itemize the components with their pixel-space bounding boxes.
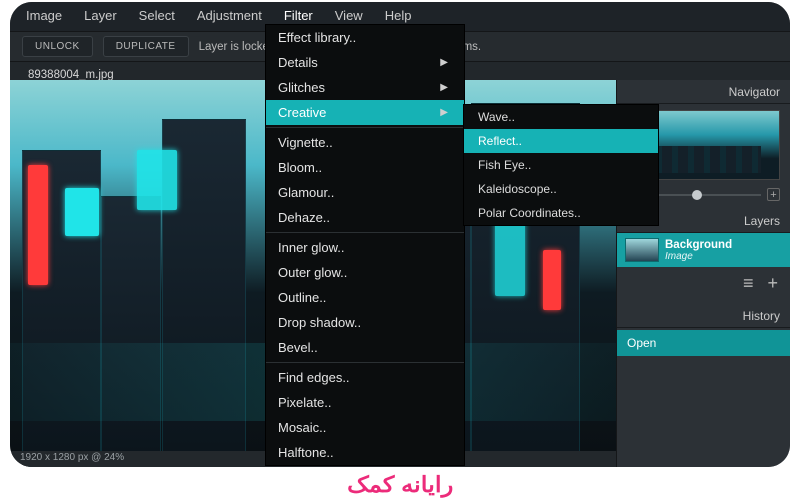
menu-layer[interactable]: Layer <box>82 6 119 25</box>
layer-text: Background Image <box>665 239 732 262</box>
menu-filter[interactable]: Filter <box>282 6 315 25</box>
duplicate-button[interactable]: DUPLICATE <box>103 36 189 57</box>
menu-select[interactable]: Select <box>137 6 177 25</box>
menu-help[interactable]: Help <box>383 6 414 25</box>
layer-row-background[interactable]: Background Image <box>617 233 790 267</box>
filter-item-inner-glow[interactable]: Inner glow.. <box>266 235 464 260</box>
filter-item-mosaic[interactable]: Mosaic.. <box>266 415 464 440</box>
filter-item-creative[interactable]: Creative▶ <box>266 100 464 125</box>
history-item-open[interactable]: Open <box>617 330 790 356</box>
filter-item-drop-shadow[interactable]: Drop shadow.. <box>266 310 464 335</box>
filter-item-bloom[interactable]: Bloom.. <box>266 155 464 180</box>
creative-item-fish-eye[interactable]: Fish Eye.. <box>464 153 658 177</box>
filter-item-outer-glow[interactable]: Outer glow.. <box>266 260 464 285</box>
zoom-slider[interactable] <box>646 194 761 196</box>
filter-item-effect-library[interactable]: Effect library.. <box>266 25 464 50</box>
filter-item-bevel[interactable]: Bevel.. <box>266 335 464 360</box>
filter-item-details[interactable]: Details▶ <box>266 50 464 75</box>
menu-view[interactable]: View <box>333 6 365 25</box>
filter-item-glitches[interactable]: Glitches▶ <box>266 75 464 100</box>
creative-item-wave[interactable]: Wave.. <box>464 105 658 129</box>
zoom-slider-knob[interactable] <box>692 190 702 200</box>
layer-kind: Image <box>665 251 732 262</box>
brand-logo: رایانه کمک <box>347 472 453 498</box>
filter-item-dehaze[interactable]: Dehaze.. <box>266 205 464 230</box>
submenu-arrow-icon: ▶ <box>440 57 448 68</box>
submenu-arrow-icon: ▶ <box>440 82 448 93</box>
layers-list: Background Image <box>617 233 790 267</box>
creative-item-kaleidoscope[interactable]: Kaleidoscope.. <box>464 177 658 201</box>
filter-item-pixelate[interactable]: Pixelate.. <box>266 390 464 415</box>
filter-item-halftone[interactable]: Halftone.. <box>266 440 464 465</box>
filter-item-glamour[interactable]: Glamour.. <box>266 180 464 205</box>
history-panel-title: History <box>617 304 790 328</box>
navigator-panel-title: Navigator <box>617 80 790 104</box>
creative-item-polar-coordinates[interactable]: Polar Coordinates.. <box>464 201 658 225</box>
layer-tools: ≡ + <box>617 267 790 304</box>
brand-strip: رایانه کمک <box>0 472 800 498</box>
creative-submenu: Wave..Reflect..Fish Eye..Kaleidoscope..P… <box>463 104 659 226</box>
menu-adjustment[interactable]: Adjustment <box>195 6 264 25</box>
submenu-arrow-icon: ▶ <box>440 107 448 118</box>
filter-item-find-edges[interactable]: Find edges.. <box>266 365 464 390</box>
filter-item-vignette[interactable]: Vignette.. <box>266 130 464 155</box>
filter-dropdown: Effect library..Details▶Glitches▶Creativ… <box>265 24 465 466</box>
menu-image[interactable]: Image <box>24 6 64 25</box>
unlock-button[interactable]: UNLOCK <box>22 36 93 57</box>
layer-options-icon[interactable]: ≡ <box>743 273 754 294</box>
zoom-in-button[interactable]: + <box>767 188 780 201</box>
layer-name: Background <box>665 239 732 251</box>
add-layer-icon[interactable]: + <box>767 273 778 294</box>
filter-item-outline[interactable]: Outline.. <box>266 285 464 310</box>
creative-item-reflect[interactable]: Reflect.. <box>464 129 658 153</box>
layer-thumbnail <box>625 238 659 262</box>
app-frame: Image Layer Select Adjustment Filter Vie… <box>10 2 790 467</box>
